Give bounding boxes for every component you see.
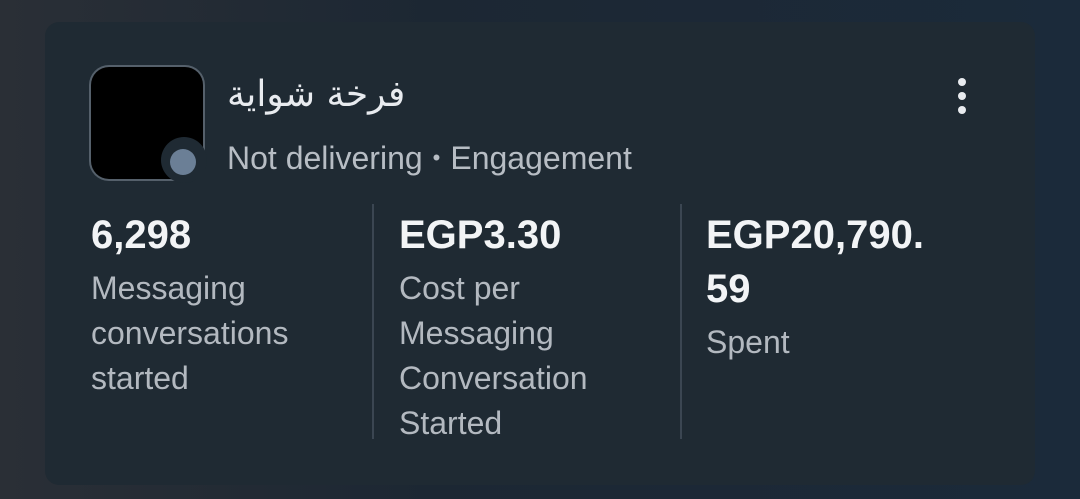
metric-value: EGP3.30 — [399, 213, 562, 257]
metric-value-line: EGP20,790. — [706, 213, 924, 257]
campaign-subline: Not delivering • Engagement — [227, 140, 632, 177]
more-options-icon[interactable] — [947, 76, 977, 116]
metric-divider — [680, 204, 682, 439]
metric-divider — [372, 204, 374, 439]
metric-cost-per-conversation: EGP3.30 Cost per Messaging Conversation … — [399, 208, 669, 446]
status-dot-icon — [170, 149, 196, 175]
metric-value: EGP20,790. 59 — [706, 208, 1006, 316]
metric-label-line: started — [91, 360, 189, 396]
metric-label-line: Spent — [706, 324, 790, 360]
metric-spent: EGP20,790. 59 Spent — [706, 208, 1006, 365]
metric-label: Messaging conversations started — [91, 266, 371, 401]
metric-label-line: Conversation — [399, 360, 588, 396]
metric-label-line: Messaging — [399, 315, 554, 351]
campaign-name: فرخة شواية — [227, 74, 406, 115]
subline-separator: • — [432, 145, 441, 170]
metric-label: Cost per Messaging Conversation Started — [399, 266, 669, 446]
delivery-status: Not delivering — [227, 140, 423, 176]
campaign-card[interactable]: فرخة شواية Not delivering • Engagement 6,2… — [45, 22, 1035, 485]
metric-conversations: 6,298 Messaging conversations started — [91, 208, 371, 401]
metric-value: 6,298 — [91, 213, 192, 257]
metric-label-line: Cost per — [399, 270, 520, 306]
campaign-objective: Engagement — [450, 140, 632, 176]
metric-label-line: Messaging — [91, 270, 246, 306]
metric-value-line: 59 — [706, 267, 751, 311]
metric-label-line: conversations — [91, 315, 289, 351]
metric-label: Spent — [706, 320, 1006, 365]
metric-label-line: Started — [399, 405, 503, 441]
